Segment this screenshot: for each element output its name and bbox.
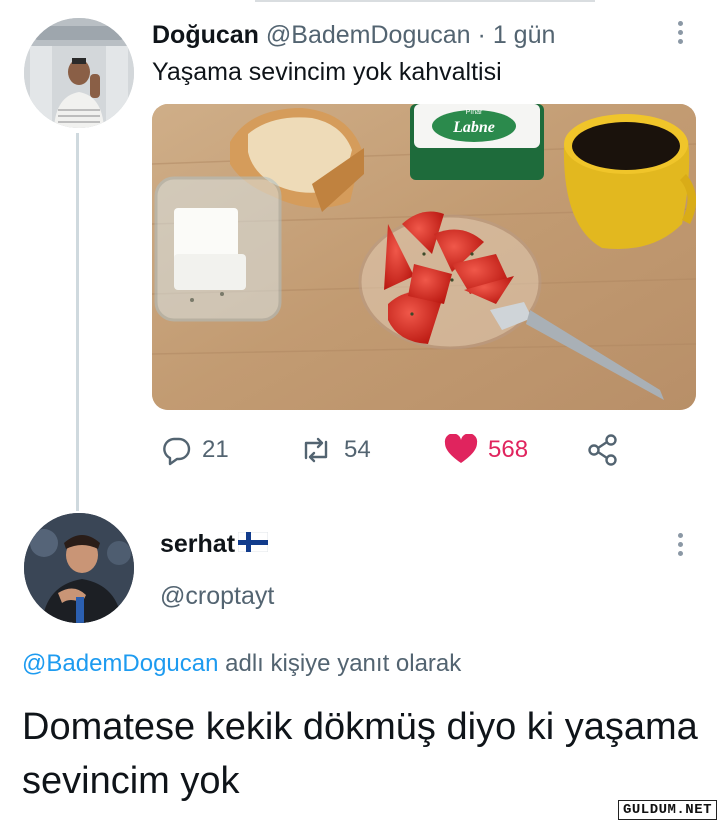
- reply-author-handle[interactable]: @croptayt: [160, 582, 274, 611]
- more-vertical-icon[interactable]: [670, 530, 690, 560]
- share-action[interactable]: [586, 428, 620, 472]
- more-vertical-icon[interactable]: [670, 18, 690, 48]
- reply-author-avatar[interactable]: [24, 513, 134, 623]
- reply-author-name-row: serhat: [160, 530, 269, 559]
- author-display-name[interactable]: Doğucan: [152, 21, 259, 49]
- site-watermark: GULDUM.NET: [618, 800, 718, 820]
- tweet-actions-bar: 21 54 568: [152, 428, 696, 472]
- reply-count: 21: [202, 436, 229, 463]
- tweet-media-photo[interactable]: Labne Pınar: [152, 104, 696, 410]
- tweet-header: Doğucan @BademDogucan · 1 gün: [152, 21, 555, 50]
- reply-author-display-name[interactable]: serhat: [160, 530, 235, 559]
- tweet-time[interactable]: 1 gün: [493, 21, 556, 49]
- retweet-icon: [298, 434, 334, 466]
- like-action[interactable]: 568: [444, 428, 528, 472]
- finland-flag-icon: [237, 530, 269, 559]
- author-handle[interactable]: @BademDogucan: [266, 21, 471, 49]
- media-brand-label: Pınar: [466, 109, 483, 116]
- thread-connector-line: [76, 133, 79, 511]
- reply-action[interactable]: 21: [160, 428, 229, 472]
- tweet-text: Yaşama sevincim yok kahvaltisi: [152, 58, 502, 86]
- media-product-label: Labne: [452, 119, 495, 136]
- replying-to-mention[interactable]: @BademDogucan: [22, 650, 218, 677]
- author-avatar[interactable]: [24, 18, 134, 128]
- heart-icon: [444, 434, 478, 466]
- share-icon: [586, 434, 620, 466]
- retweet-action[interactable]: 54: [298, 428, 371, 472]
- reply-text: Domatese kekik dökmüş diyo ki yaşama sev…: [22, 706, 698, 802]
- top-divider: [255, 0, 595, 2]
- replying-to-line: @BademDogucan adlı kişiye yanıt olarak: [22, 650, 461, 678]
- like-count: 568: [488, 436, 529, 463]
- retweet-count: 54: [344, 436, 371, 463]
- header-separator: ·: [477, 21, 486, 49]
- replying-to-text: adlı kişiye yanıt olarak: [225, 650, 462, 677]
- reply-icon: [160, 434, 192, 466]
